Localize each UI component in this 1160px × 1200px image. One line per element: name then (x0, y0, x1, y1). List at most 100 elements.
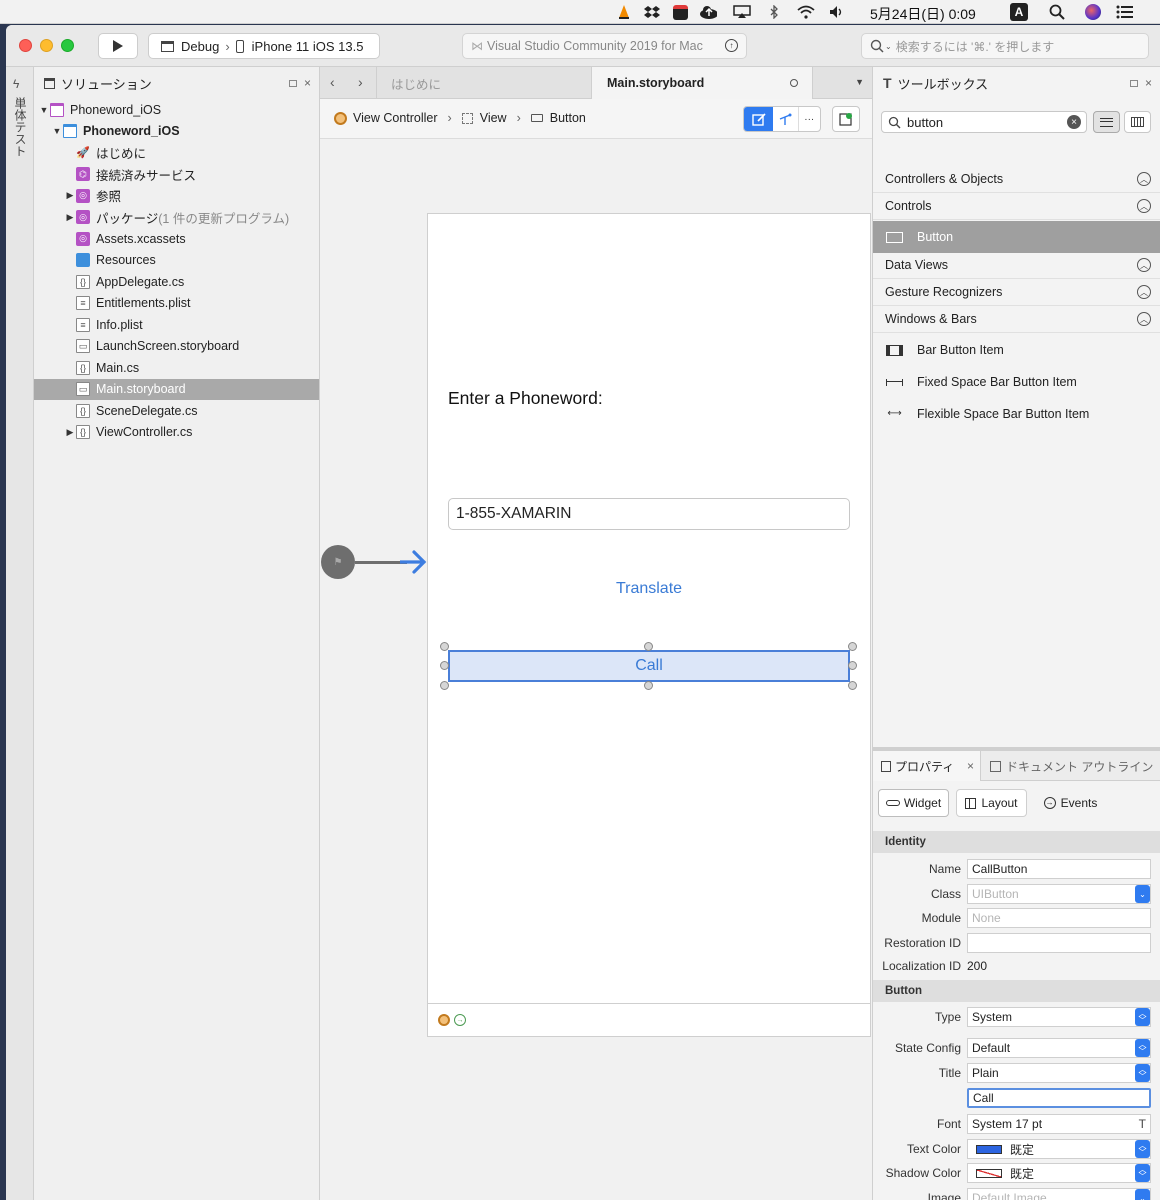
more-options-button[interactable]: ··· (799, 107, 820, 131)
unit-test-pad-tab[interactable]: 単体テスト (12, 97, 29, 157)
tree-item[interactable]: {} Main.cs (34, 357, 319, 378)
close-pad-icon[interactable]: × (304, 76, 311, 90)
toolbox-item-bar-button-item[interactable]: Bar Button Item (873, 334, 1160, 366)
toolbox-item-button[interactable]: Button (873, 221, 1160, 253)
input-source-indicator[interactable]: A (1010, 3, 1028, 21)
breadcrumb-view[interactable]: View (480, 111, 507, 125)
tab-document-outline[interactable]: ドキュメント アウトライン (982, 751, 1160, 781)
resize-handle[interactable] (644, 642, 653, 651)
collapse-chevron-icon[interactable]: ︿ (1137, 258, 1151, 272)
calendar-app-icon[interactable] (671, 3, 689, 21)
tree-item[interactable]: ▼ Phoneword_iOS (34, 99, 319, 120)
build-status-icon[interactable]: ↑ (725, 39, 738, 52)
class-combo[interactable]: UIButton ⌄ (967, 884, 1151, 904)
grid-view-button[interactable] (1124, 111, 1151, 133)
run-configuration-selector[interactable]: Debug › iPhone 11 iOS 13.5 (148, 33, 380, 59)
notification-center-icon[interactable] (1116, 3, 1134, 21)
category-controls[interactable]: Controls ︿ (873, 193, 1160, 220)
menu-clock[interactable]: 5月24日(日) 0:09 (870, 4, 976, 24)
events-tab-button[interactable]: → Events (1035, 789, 1106, 817)
minimize-window-button[interactable] (40, 39, 53, 52)
constraints-mode-button[interactable] (773, 107, 799, 131)
collapse-chevron-icon[interactable]: ︿ (1137, 285, 1151, 299)
tree-item[interactable]: ▭ Main.storyboard (34, 378, 319, 400)
phone-number-textfield[interactable]: 1-855-XAMARIN (448, 498, 850, 530)
translate-button[interactable]: Translate (448, 580, 850, 598)
nav-back-icon[interactable]: ‹ (330, 74, 335, 90)
resize-handle[interactable] (440, 642, 449, 651)
view-controller-scene[interactable]: Enter a Phoneword: 1-855-XAMARIN Transla… (427, 213, 871, 1037)
breadcrumb-button[interactable]: Button (550, 111, 586, 125)
tab-overflow-chevron-icon[interactable]: ▼ (855, 77, 864, 87)
nav-forward-icon[interactable]: › (358, 74, 363, 90)
vlc-icon[interactable] (615, 3, 633, 21)
module-field[interactable]: None (967, 908, 1151, 928)
exit-icon[interactable]: → (454, 1014, 466, 1026)
category-controllers-objects[interactable]: Controllers & Objects ︿ (873, 166, 1160, 193)
tree-item[interactable]: Resources (34, 250, 319, 271)
list-view-button[interactable] (1093, 111, 1120, 133)
phoneword-label[interactable]: Enter a Phoneword: (448, 388, 603, 409)
view-controller-dock-icon[interactable] (438, 1014, 450, 1026)
resize-handle[interactable] (848, 642, 857, 651)
collapse-chevron-icon[interactable]: ︿ (1137, 199, 1151, 213)
volume-icon[interactable] (828, 3, 846, 21)
global-search-input[interactable]: ⌄ 検索するには '⌘.' を押します (861, 33, 1149, 59)
title-type-select[interactable]: Plain ︿ ﹀ (967, 1063, 1151, 1083)
category-data-views[interactable]: Data Views ︿ (873, 252, 1160, 279)
disclosure-expanded-icon[interactable]: ▼ (38, 105, 50, 115)
call-button[interactable]: Call (448, 650, 850, 682)
disclosure-collapsed-icon[interactable]: ▶ (64, 212, 76, 223)
resize-handle[interactable] (440, 661, 449, 670)
collapse-chevron-icon[interactable]: ︿ (1137, 172, 1151, 186)
spotlight-search-icon[interactable] (1048, 3, 1066, 21)
shadow-color-select[interactable]: 既定 ︿ ﹀ (967, 1163, 1151, 1183)
layout-tab-button[interactable]: Layout (956, 789, 1027, 817)
design-surface[interactable]: ⚑ Enter a Phoneword: 1-855-XAMARIN Trans… (320, 139, 872, 1200)
zoom-window-button[interactable] (61, 39, 74, 52)
tree-item[interactable]: ≡ Info.plist (34, 314, 319, 335)
disclosure-collapsed-icon[interactable]: ▶ (64, 190, 76, 201)
tree-item[interactable]: ⌬ 接続済みサービス (34, 164, 319, 185)
breadcrumb-view-controller[interactable]: View Controller (353, 111, 438, 125)
edit-mode-button[interactable] (744, 107, 774, 131)
resize-handle[interactable] (440, 681, 449, 690)
unsaved-dot-icon[interactable] (790, 79, 798, 87)
tree-item[interactable]: ▼ Phoneword_iOS (34, 121, 319, 142)
resize-handle[interactable] (644, 681, 653, 690)
font-field[interactable]: System 17 pt T (967, 1114, 1151, 1134)
close-pad-icon[interactable]: × (1145, 76, 1152, 90)
close-pad-icon[interactable]: × (967, 759, 974, 773)
close-window-button[interactable] (19, 39, 32, 52)
bluetooth-icon[interactable] (765, 3, 783, 21)
widget-tab-button[interactable]: Widget (878, 789, 949, 817)
tree-item[interactable]: {} SceneDelegate.cs (34, 400, 319, 421)
toolbox-search-input[interactable]: button × (881, 111, 1087, 133)
cloud-upload-icon[interactable] (699, 3, 717, 21)
disclosure-collapsed-icon[interactable]: ▶ (64, 427, 76, 438)
siri-icon[interactable] (1084, 3, 1102, 21)
button-section-header[interactable]: Button (873, 980, 1160, 1002)
name-field[interactable]: CallButton (967, 859, 1151, 879)
chevron-down-icon[interactable]: ⌄ (1135, 885, 1150, 903)
wifi-icon[interactable] (797, 3, 815, 21)
tab-properties[interactable]: プロパティ × (873, 751, 981, 781)
tree-item[interactable]: {} AppDelegate.cs (34, 271, 319, 292)
clear-search-icon[interactable]: × (1067, 115, 1081, 129)
tree-item[interactable]: ▶ ◎ 参照 (34, 185, 319, 206)
tab-main-storyboard[interactable]: Main.storyboard (591, 67, 813, 99)
toolbox-item-fixed-space[interactable]: Fixed Space Bar Button Item (873, 366, 1160, 398)
dock-pad-icon[interactable] (1130, 79, 1138, 87)
dropbox-icon[interactable] (643, 3, 661, 21)
tree-item[interactable]: 🚀 はじめに (34, 142, 319, 163)
resize-handle[interactable] (848, 661, 857, 670)
title-text-field[interactable]: Call (967, 1088, 1151, 1108)
type-select[interactable]: System ︿ ﹀ (967, 1007, 1151, 1027)
tab-getting-started[interactable]: はじめに (376, 67, 591, 99)
restoration-id-field[interactable] (967, 933, 1151, 953)
preview-button[interactable] (832, 106, 860, 132)
run-button[interactable] (98, 33, 138, 59)
airplay-icon[interactable] (733, 3, 751, 21)
collapse-chevron-icon[interactable]: ︿ (1137, 312, 1151, 326)
tree-item[interactable]: ◎ Assets.xcassets (34, 228, 319, 249)
